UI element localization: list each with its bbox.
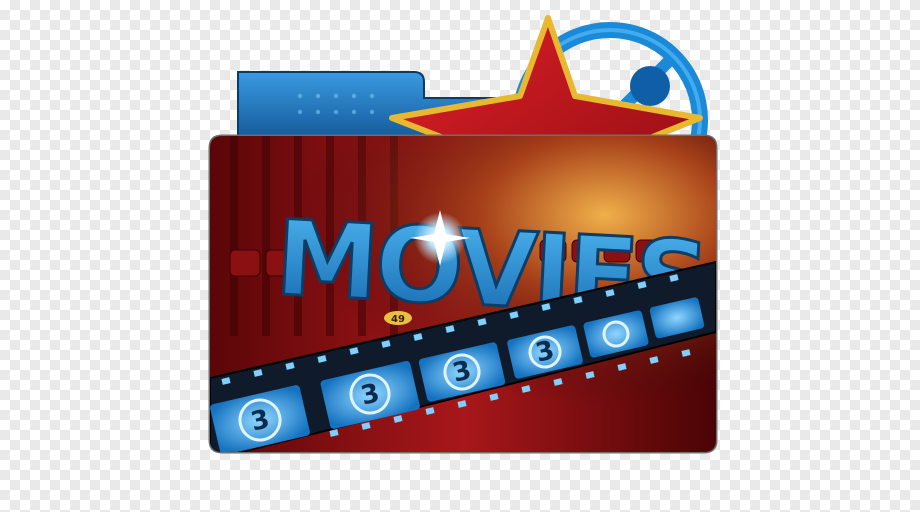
movies-folder-icon: 49 MOVIES 3 3 3 3 (208, 15, 718, 454)
folder-front: 49 MOVIES 3 3 3 3 (208, 134, 718, 454)
